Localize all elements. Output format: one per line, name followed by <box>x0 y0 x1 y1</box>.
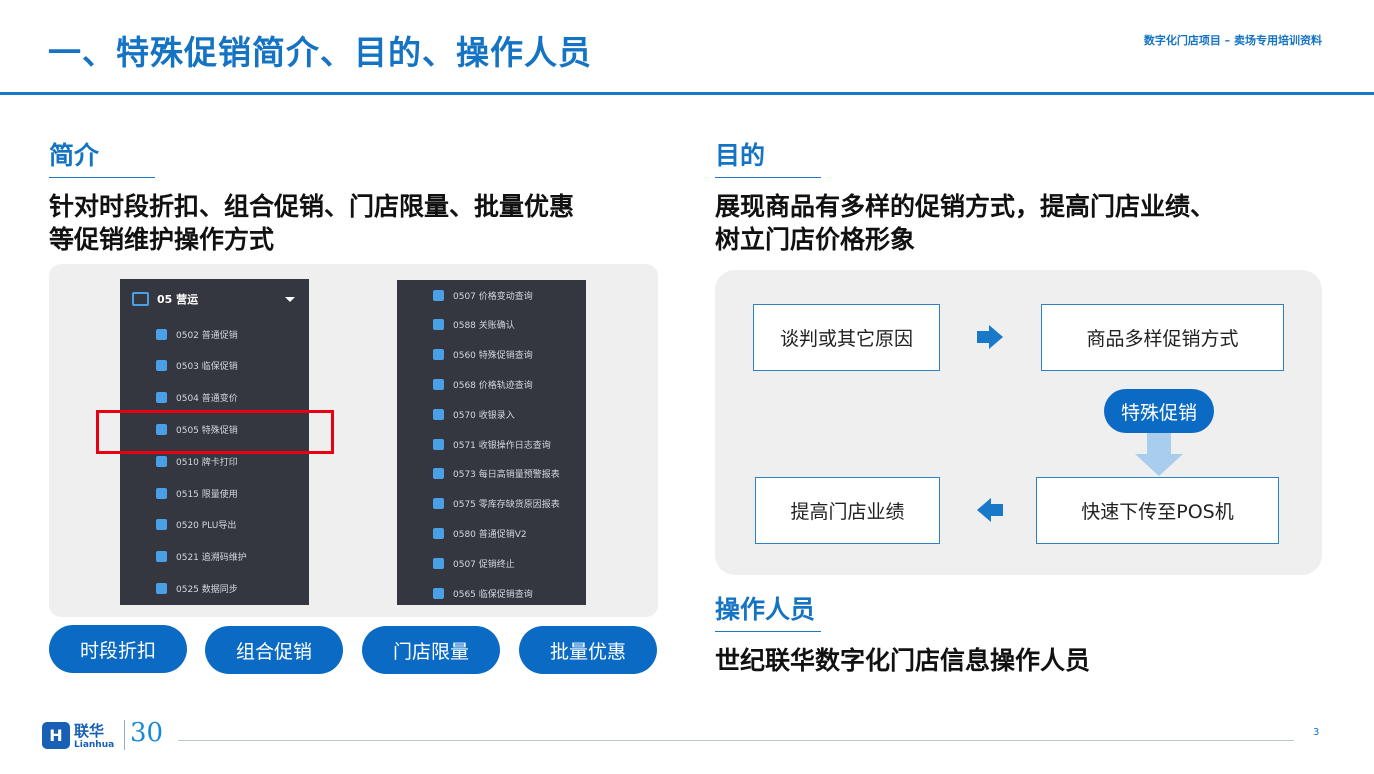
page-number: 3 <box>1313 727 1320 738</box>
intro-text: 针对时段折扣、组合促销、门店限量、批量优惠 等促销维护操作方式 <box>49 190 574 256</box>
menu-item-label: 0580 普通促销V2 <box>453 529 527 540</box>
menu-item[interactable]: 0504 普通变价 <box>120 388 309 408</box>
menu-item[interactable]: 0520 PLU导出 <box>120 515 309 535</box>
flow-box-promotion-methods: 商品多样促销方式 <box>1041 304 1284 371</box>
flow-box-negotiation: 谈判或其它原因 <box>753 304 940 371</box>
header-divider <box>0 92 1374 95</box>
flow-box-download-pos: 快速下传至POS机 <box>1036 477 1279 544</box>
operators-heading: 操作人员 <box>715 595 816 624</box>
cart-icon <box>433 349 444 361</box>
percent-icon <box>156 328 167 340</box>
cart-icon <box>433 468 444 480</box>
flow-box-improve-performance: 提高门店业绩 <box>755 477 940 544</box>
menu-item[interactable]: 0503 临保促销 <box>120 356 309 376</box>
shield-check-icon <box>156 487 167 499</box>
menu-item-label: 0520 PLU导出 <box>176 521 237 532</box>
cart-icon <box>433 557 444 569</box>
menu-item[interactable]: 0507 价格变动查询 <box>397 285 586 305</box>
cart-icon <box>156 392 167 404</box>
menu-item-label: 0515 限量使用 <box>176 489 238 500</box>
highlight-box-special-promotion <box>96 410 334 454</box>
cart-icon <box>433 438 444 450</box>
logo-divider <box>124 720 125 750</box>
menu-item-label: 0502 普通促销 <box>176 330 238 341</box>
menu-item-label: 0570 收银录入 <box>453 410 515 421</box>
right-menu: 0507 价格变动查询 0588 关账确认 0560 特殊促销查询 0568 价格轨迹… <box>397 280 586 605</box>
menu-item-label: 0571 收银操作日志查询 <box>453 440 551 451</box>
menu-item-label: 0575 零库存缺货原因报表 <box>453 500 560 511</box>
menu-item[interactable]: 0580 普通促销V2 <box>397 523 586 543</box>
menu-item-label: 0507 促销终止 <box>453 559 515 570</box>
purpose-heading: 目的 <box>715 141 766 170</box>
menu-item[interactable]: 0521 追溯码维护 <box>120 547 309 567</box>
purpose-text-line1: 展现商品有多样的促销方式，提高门店业绩、 <box>715 192 1216 221</box>
menu-item[interactable]: 0571 收银操作日志查询 <box>397 434 586 454</box>
intro-heading: 简介 <box>49 141 100 170</box>
operators-text: 世纪联华数字化门店信息操作人员 <box>715 646 1091 675</box>
operators-heading-rule <box>715 631 821 632</box>
menu-item-label: 0573 每日高销量预警报表 <box>453 470 560 481</box>
cart-icon <box>433 319 444 331</box>
menu-item[interactable]: 0570 收银录入 <box>397 404 586 424</box>
menu-item-label: 0503 临保促销 <box>176 362 238 373</box>
shield-icon <box>156 455 167 467</box>
menu-item[interactable]: 0510 牌卡打印 <box>120 451 309 471</box>
menu-item-label: 0510 牌卡打印 <box>176 457 238 468</box>
logo-chinese-name: 联华 <box>74 722 105 740</box>
upload-icon <box>156 519 167 531</box>
menu-item[interactable]: 0507 促销终止 <box>397 553 586 573</box>
cart-icon <box>433 587 444 599</box>
flow-pill-special-promotion: 特殊促销 <box>1104 389 1214 433</box>
arrow-down-icon <box>1135 426 1183 476</box>
menu-item-label: 0525 数据同步 <box>176 584 238 595</box>
menu-item[interactable]: 0560 特殊促销查询 <box>397 345 586 365</box>
menu-header-label: 05 营运 <box>157 293 199 306</box>
intro-text-line2: 等促销维护操作方式 <box>49 225 275 254</box>
menu-item[interactable]: 0568 价格轨迹查询 <box>397 374 586 394</box>
menu-item[interactable]: 0575 零库存缺货原因报表 <box>397 494 586 514</box>
cart-icon <box>433 378 444 390</box>
chevron-down-icon <box>285 297 295 302</box>
menu-item[interactable]: 0515 限量使用 <box>120 483 309 503</box>
menu-item[interactable]: 0502 普通促销 <box>120 324 309 344</box>
pill-combo-promotion: 组合促销 <box>205 626 343 674</box>
lianhua-logo-icon: H <box>42 722 70 749</box>
menu-item-label: 0568 价格轨迹查询 <box>453 380 533 391</box>
shield-icon <box>156 360 167 372</box>
menu-item-label: 0588 关账确认 <box>453 321 515 332</box>
footer-divider <box>178 740 1294 741</box>
cloud-icon <box>156 582 167 594</box>
page-title: 一、特殊促销简介、目的、操作人员 <box>48 33 592 72</box>
pill-bulk-discount: 批量优惠 <box>519 626 657 674</box>
logo-english-name: Lianhua <box>74 740 115 750</box>
intro-text-line1: 针对时段折扣、组合促销、门店限量、批量优惠 <box>49 192 575 221</box>
monitor-icon <box>132 292 149 306</box>
menu-item-label: 0521 追溯码维护 <box>176 553 247 564</box>
menu-item[interactable]: 0525 数据同步 <box>120 578 309 598</box>
arrow-left-icon <box>977 498 1003 522</box>
cart-icon <box>156 551 167 563</box>
menu-item-label: 0504 普通变价 <box>176 394 238 405</box>
shield-icon <box>433 289 444 301</box>
menu-item[interactable]: 0573 每日高销量预警报表 <box>397 464 586 484</box>
menu-item[interactable]: 0588 关账确认 <box>397 315 586 335</box>
menu-item-label: 0507 价格变动查询 <box>453 291 533 302</box>
anniversary-30-logo: 30 <box>130 718 164 748</box>
header-subtitle: 数字化门店项目 – 卖场专用培训资料 <box>1143 34 1322 47</box>
cart-icon <box>433 498 444 510</box>
pill-store-limit: 门店限量 <box>362 626 500 674</box>
pill-time-discount: 时段折扣 <box>49 625 187 673</box>
purpose-heading-rule <box>715 177 821 178</box>
purpose-text: 展现商品有多样的促销方式，提高门店业绩、 树立门店价格形象 <box>715 190 1215 256</box>
menu-header-operations[interactable]: 05 营运 <box>120 289 309 309</box>
cart-icon <box>433 408 444 420</box>
purpose-text-line2: 树立门店价格形象 <box>715 225 916 254</box>
cart-icon <box>433 527 444 539</box>
arrow-right-icon <box>977 325 1003 349</box>
menu-item-label: 0560 特殊促销查询 <box>453 351 533 362</box>
intro-heading-rule <box>49 177 155 178</box>
menu-item[interactable]: 0565 临保促销查询 <box>397 583 586 603</box>
menu-item-label: 0565 临保促销查询 <box>453 589 533 600</box>
